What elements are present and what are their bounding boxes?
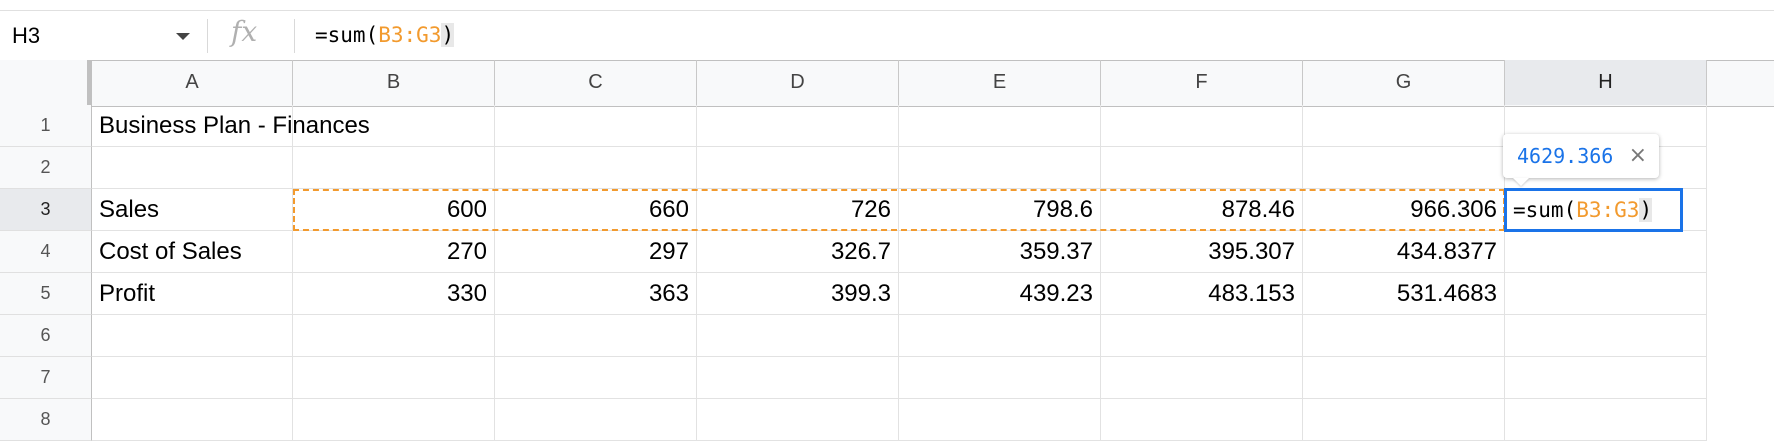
cell-a7[interactable] xyxy=(92,357,293,399)
formula-bar: H3 fx =sum(B3:G3) xyxy=(0,10,1774,61)
formula-suffix: ) xyxy=(441,23,455,47)
cell-h6[interactable] xyxy=(1505,315,1707,357)
select-all-corner[interactable] xyxy=(0,60,92,105)
cell-d1[interactable] xyxy=(697,105,899,147)
cell-c7[interactable] xyxy=(495,357,697,399)
cell-b1[interactable] xyxy=(293,105,495,147)
name-box-value: H3 xyxy=(12,23,41,48)
cell-a8[interactable] xyxy=(92,399,293,441)
divider xyxy=(294,19,295,53)
row-header-2[interactable]: 2 xyxy=(0,147,92,189)
cell-b5[interactable]: 330 xyxy=(293,273,495,315)
cell-d4[interactable]: 326.7 xyxy=(697,231,899,273)
column-header-a[interactable]: A xyxy=(92,60,293,105)
row-header-1[interactable]: 1 xyxy=(0,105,92,147)
formula-range: B3:G3 xyxy=(378,23,442,47)
row-header-7[interactable]: 7 xyxy=(0,357,92,399)
cell-f6[interactable] xyxy=(1101,315,1303,357)
cell-b3[interactable]: 600 xyxy=(293,189,495,231)
cell-d8[interactable] xyxy=(697,399,899,441)
cell-g6[interactable] xyxy=(1303,315,1505,357)
cell-e7[interactable] xyxy=(899,357,1101,399)
cell-h4[interactable] xyxy=(1505,231,1707,273)
cell-h5[interactable] xyxy=(1505,273,1707,315)
editor-suffix: ) xyxy=(1639,198,1653,222)
cell-b4[interactable]: 270 xyxy=(293,231,495,273)
column-header-h[interactable]: H xyxy=(1505,60,1707,105)
cell-a3[interactable]: Sales xyxy=(92,189,293,231)
cell-g5[interactable]: 531.4683 xyxy=(1303,273,1505,315)
cell-e3[interactable]: 798.6 xyxy=(899,189,1101,231)
formula-result-tooltip: 4629.366 × xyxy=(1503,134,1659,178)
cell-h8[interactable] xyxy=(1505,399,1707,441)
cell-d5[interactable]: 399.3 xyxy=(697,273,899,315)
cell-c3[interactable]: 660 xyxy=(495,189,697,231)
column-header-g[interactable]: G xyxy=(1303,60,1505,105)
cell-e1[interactable] xyxy=(899,105,1101,147)
cell-g8[interactable] xyxy=(1303,399,1505,441)
column-header-c[interactable]: C xyxy=(495,60,697,105)
cell-a4[interactable]: Cost of Sales xyxy=(92,231,293,273)
divider xyxy=(207,19,208,53)
cell-g1[interactable] xyxy=(1303,105,1505,147)
cell-a1[interactable]: Business Plan - Finances xyxy=(92,105,370,147)
cell-d6[interactable] xyxy=(697,315,899,357)
column-header-f[interactable]: F xyxy=(1101,60,1303,105)
cell-e6[interactable] xyxy=(899,315,1101,357)
cell-b7[interactable] xyxy=(293,357,495,399)
cell-a6[interactable] xyxy=(92,315,293,357)
cell-c5[interactable]: 363 xyxy=(495,273,697,315)
cell-e2[interactable] xyxy=(899,147,1101,189)
cell-g2[interactable] xyxy=(1303,147,1505,189)
cell-c2[interactable] xyxy=(495,147,697,189)
editor-range: B3:G3 xyxy=(1576,198,1640,222)
cell-e8[interactable] xyxy=(899,399,1101,441)
cell-d3[interactable]: 726 xyxy=(697,189,899,231)
name-box[interactable]: H3 xyxy=(12,11,202,61)
cell-b8[interactable] xyxy=(293,399,495,441)
cell-d7[interactable] xyxy=(697,357,899,399)
fx-icon: fx xyxy=(231,15,258,48)
cell-c6[interactable] xyxy=(495,315,697,357)
cell-b2[interactable] xyxy=(293,147,495,189)
chevron-down-icon[interactable] xyxy=(176,33,190,40)
cell-c4[interactable]: 297 xyxy=(495,231,697,273)
formula-prefix: =sum( xyxy=(315,23,379,47)
cell-g3[interactable]: 966.306 xyxy=(1303,189,1505,231)
row-header-8[interactable]: 8 xyxy=(0,399,92,441)
cell-f2[interactable] xyxy=(1101,147,1303,189)
cell-f3[interactable]: 878.46 xyxy=(1101,189,1303,231)
cell-h7[interactable] xyxy=(1505,357,1707,399)
cell-f7[interactable] xyxy=(1101,357,1303,399)
cell-f4[interactable]: 395.307 xyxy=(1101,231,1303,273)
active-cell-editor[interactable]: =sum(B3:G3) xyxy=(1504,188,1683,232)
row-header-4[interactable]: 4 xyxy=(0,231,92,273)
column-header-b[interactable]: B xyxy=(293,60,495,105)
row-header-3[interactable]: 3 xyxy=(0,189,92,231)
row-header-6[interactable]: 6 xyxy=(0,315,92,357)
cell-f1[interactable] xyxy=(1101,105,1303,147)
cell-c8[interactable] xyxy=(495,399,697,441)
column-header-d[interactable]: D xyxy=(697,60,899,105)
cell-g4[interactable]: 434.8377 xyxy=(1303,231,1505,273)
cell-d2[interactable] xyxy=(697,147,899,189)
editor-prefix: =sum( xyxy=(1513,198,1577,222)
cell-c1[interactable] xyxy=(495,105,697,147)
cell-e5[interactable]: 439.23 xyxy=(899,273,1101,315)
cell-f8[interactable] xyxy=(1101,399,1303,441)
formula-input[interactable]: =sum(B3:G3) xyxy=(315,23,455,47)
cell-a2[interactable] xyxy=(92,147,293,189)
cell-a5[interactable]: Profit xyxy=(92,273,293,315)
close-icon[interactable]: × xyxy=(1629,143,1647,168)
cell-b6[interactable] xyxy=(293,315,495,357)
row-header-5[interactable]: 5 xyxy=(0,273,92,315)
tooltip-value: 4629.366 xyxy=(1517,144,1614,168)
cell-g7[interactable] xyxy=(1303,357,1505,399)
column-header-e[interactable]: E xyxy=(899,60,1101,105)
cell-e4[interactable]: 359.37 xyxy=(899,231,1101,273)
cell-f5[interactable]: 483.153 xyxy=(1101,273,1303,315)
